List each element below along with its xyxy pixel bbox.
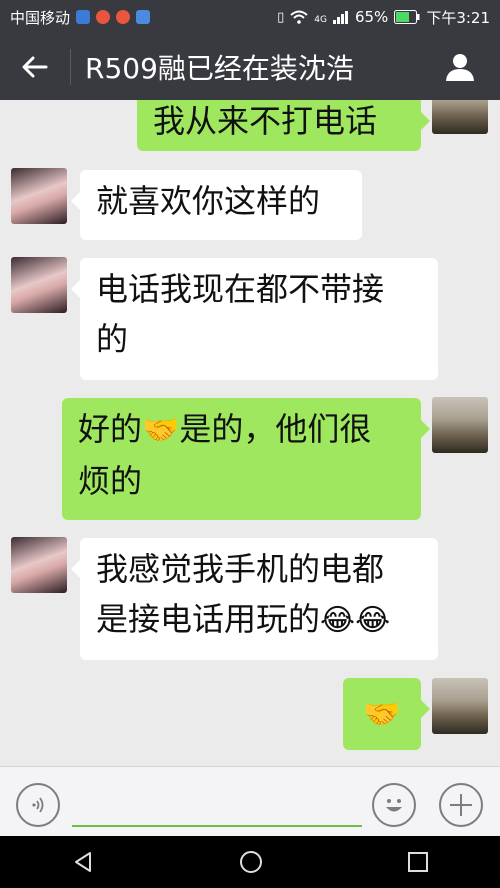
message-text-line: 的 — [96, 320, 129, 358]
my-avatar[interactable] — [432, 678, 488, 734]
chat-header: R509融已经在装沈浩 — [0, 34, 500, 100]
weibo-icon — [116, 10, 131, 24]
handshake-emoji: 🤝 — [363, 697, 401, 732]
message-bubble-sent[interactable]: 我从来不打电话 — [137, 100, 430, 151]
contact-avatar[interactable] — [11, 537, 67, 593]
back-button[interactable] — [0, 34, 70, 100]
message-bubble-sent[interactable]: 好的🤝是的，他们很 烦的 — [62, 398, 430, 520]
message-text-line: 好的🤝是的，他们很 — [78, 404, 405, 456]
voice-button[interactable] — [16, 783, 60, 827]
message-bubble-sent[interactable]: 🤝 — [343, 678, 430, 750]
system-nav-bar — [0, 836, 500, 888]
back-arrow-icon — [22, 56, 48, 78]
message-text: 是接电话用玩的 — [96, 600, 321, 638]
my-avatar[interactable] — [432, 100, 488, 134]
vibrate-icon: ▯ — [277, 9, 285, 25]
message-text-line: 烦的 — [78, 462, 143, 500]
video-app-icon — [136, 10, 151, 24]
signal-icon — [332, 11, 348, 24]
plus-icon — [450, 794, 472, 816]
nav-home-icon[interactable] — [238, 849, 264, 875]
message-text-line: 是接电话用玩的😂😂 — [96, 594, 422, 646]
laughing-emoji: 😂😂 — [320, 603, 391, 638]
network-type-label: 4G — [314, 14, 327, 25]
message-list[interactable]: 我从来不打电话 就喜欢你这样的 电话我现在都不带接 的 好的🤝是的，他们很 烦的… — [0, 100, 500, 766]
contact-avatar[interactable] — [11, 168, 67, 224]
voice-icon — [32, 797, 44, 813]
wifi-icon — [290, 10, 308, 24]
message-text: 是的，他们很 — [179, 410, 372, 448]
nav-recents-icon[interactable] — [407, 851, 429, 873]
message-text-line: 我感觉我手机的电都 — [96, 550, 385, 588]
chat-info-button[interactable] — [420, 34, 500, 100]
smiley-icon — [386, 799, 402, 812]
contact-avatar[interactable] — [11, 257, 67, 313]
chat-title: R509融已经在装沈浩 — [85, 52, 354, 85]
message-bubble-received[interactable]: 就喜欢你这样的 — [71, 170, 362, 240]
input-underline — [72, 825, 362, 827]
message-bubble-received[interactable]: 电话我现在都不带接 的 — [71, 258, 438, 380]
message-bubble-received[interactable]: 我感觉我手机的电都 是接电话用玩的😂😂 — [71, 538, 438, 660]
handshake-emoji: 🤝 — [142, 413, 180, 448]
status-bar: 中国移动 ▯ 4G 65% 下午3:21 — [0, 0, 500, 34]
message-text: 好的 — [78, 410, 143, 448]
more-button[interactable] — [439, 783, 483, 827]
message-input[interactable] — [72, 787, 366, 825]
message-text: 就喜欢你这样的 — [96, 182, 321, 220]
message-text-line: 电话我现在都不带接 — [96, 270, 385, 308]
nav-back-icon[interactable] — [71, 850, 95, 874]
carrier-label: 中国移动 — [10, 8, 71, 27]
app-notification-icon — [76, 10, 91, 24]
battery-icon — [394, 10, 420, 24]
input-bar — [0, 766, 500, 836]
clock: 下午3:21 — [426, 8, 490, 27]
battery-percent: 65% — [354, 8, 389, 26]
message-text: 我从来不打电话 — [153, 102, 378, 140]
person-icon — [446, 54, 474, 81]
weibo-icon — [96, 10, 111, 24]
my-avatar[interactable] — [432, 397, 488, 453]
emoji-button[interactable] — [372, 783, 416, 827]
